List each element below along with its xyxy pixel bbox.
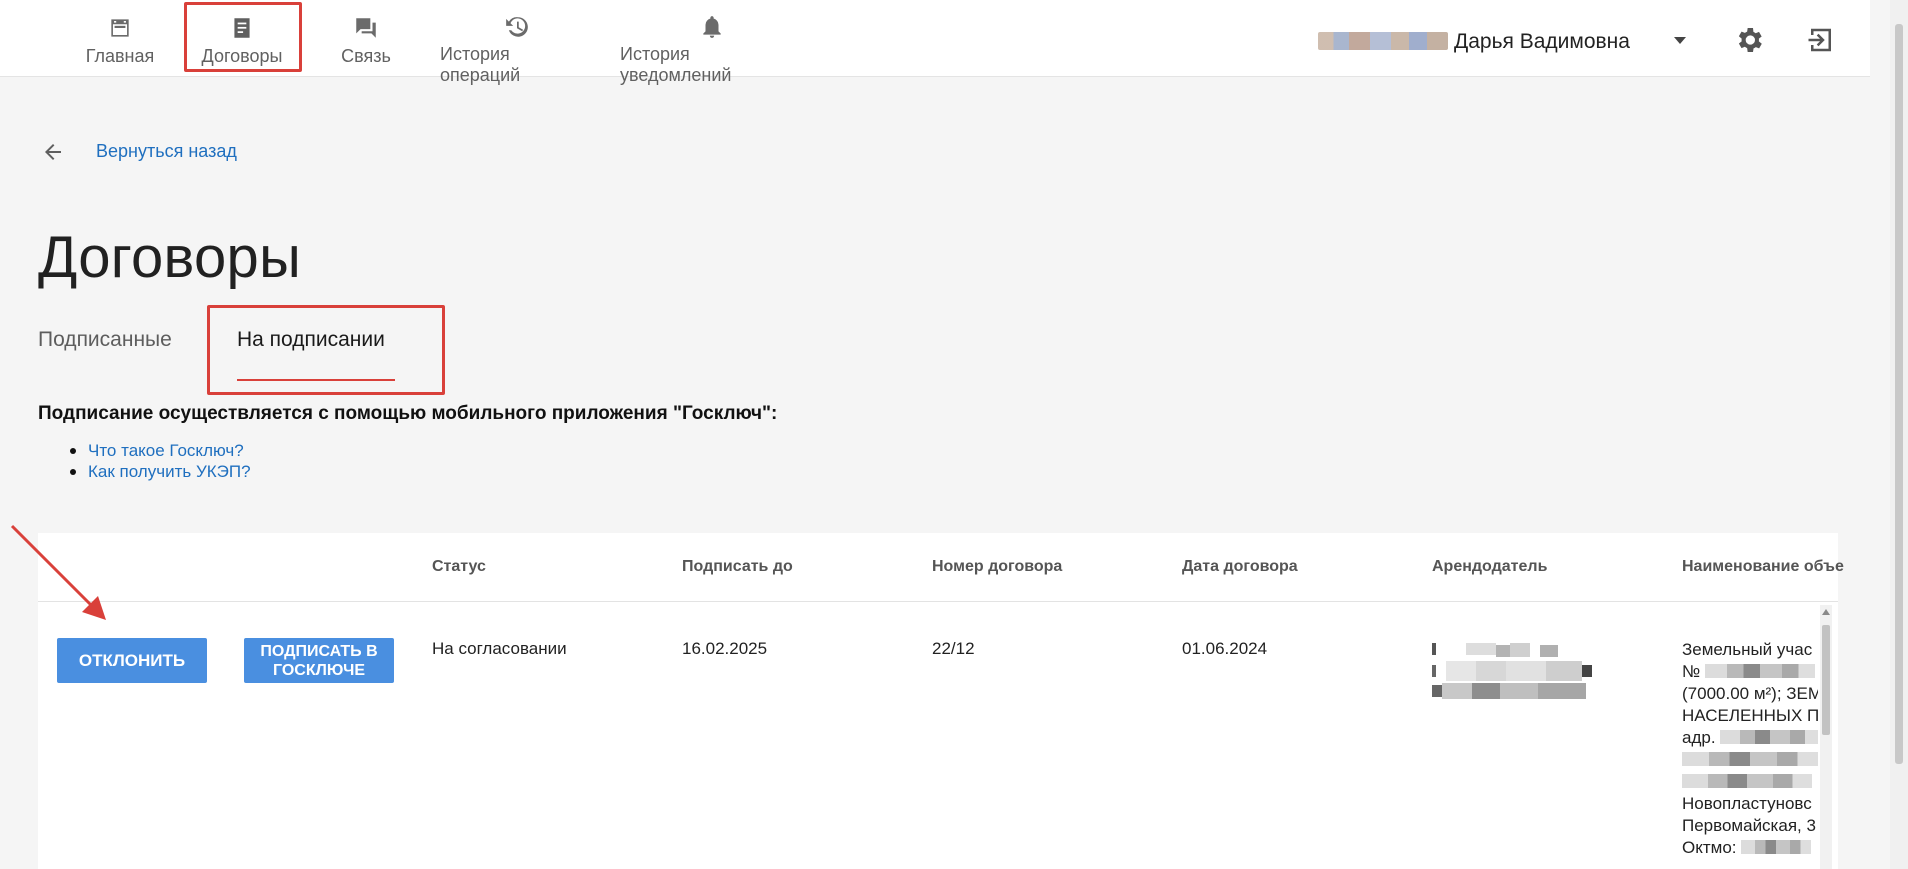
scroll-up-arrow-icon[interactable]	[1822, 609, 1830, 615]
page-scrollbar-thumb[interactable]	[1895, 24, 1903, 764]
chevron-down-icon[interactable]	[1670, 30, 1690, 50]
cell-sign-until: 16.02.2025	[682, 639, 768, 658]
back-link[interactable]: Вернуться назад	[96, 141, 237, 162]
table-scrollbar-thumb[interactable]	[1822, 625, 1830, 735]
nav-item-notifications-history[interactable]: История уведомлений	[620, 0, 804, 85]
cell-contract-date: 01.06.2024	[1182, 639, 1268, 658]
sign-in-goskey-button[interactable]: ПОДПИСАТЬ В ГОСКЛЮЧЕ	[244, 638, 394, 683]
tab-pending-signature[interactable]: На подписании	[237, 328, 385, 352]
chat-icon	[351, 14, 381, 42]
page-scrollbar[interactable]	[1890, 0, 1908, 869]
history-icon	[502, 14, 532, 40]
nav-label: История операций	[440, 44, 521, 85]
nav-label: Связь	[341, 46, 391, 66]
document-icon	[227, 14, 257, 42]
nav-label: Главная	[85, 46, 155, 66]
cell-contract-number: 22/12	[932, 639, 975, 658]
active-tab-indicator	[237, 379, 395, 381]
column-header-contract-date: Дата договора	[1182, 558, 1298, 575]
link-how-to-get-ukep[interactable]: Как получить УКЭП?	[70, 462, 251, 483]
cell-status: На согласовании	[432, 639, 567, 658]
gear-icon[interactable]	[1733, 24, 1765, 56]
nav-label: Договоры	[201, 46, 283, 66]
link-what-is-goskey[interactable]: Что такое Госключ?	[70, 441, 251, 462]
nav-item-home[interactable]: Главная	[82, 0, 158, 77]
user-menu-name[interactable]: Дарья Вадимовна	[1318, 30, 1630, 54]
signing-info-heading: Подписание осуществляется с помощью моби…	[38, 403, 778, 424]
table-header: Статус Подписать до Номер договора Дата …	[38, 533, 1844, 602]
column-header-sign-until: Подписать до	[682, 558, 793, 575]
nav-label: История уведомлений	[620, 44, 732, 85]
nav-item-contracts[interactable]: Договоры	[196, 0, 288, 77]
help-links-list: Что такое Госключ? Как получить УКЭП?	[70, 441, 251, 483]
logout-icon[interactable]	[1806, 25, 1836, 55]
page-title: Договоры	[38, 225, 302, 290]
bell-icon	[697, 14, 727, 40]
nav-item-operations-history[interactable]: История операций	[440, 0, 594, 85]
column-header-landlord: Арендодатель	[1432, 558, 1548, 575]
contracts-table: Статус Подписать до Номер договора Дата …	[38, 533, 1844, 869]
calendar-icon	[105, 14, 135, 42]
arrow-left-icon[interactable]	[40, 140, 66, 164]
nav-item-contact[interactable]: Связь	[334, 0, 398, 77]
table-scrollbar[interactable]	[1820, 605, 1832, 869]
top-navigation: Главная Договоры Связь История операций …	[0, 0, 1870, 85]
column-header-object-name: Наименование объе	[1682, 558, 1844, 575]
column-header-status: Статус	[432, 558, 486, 575]
cell-object-name: Земельный учас № (7000.00 м²); ЗЕМ НАСЕЛ…	[1682, 639, 1818, 859]
column-header-contract-number: Номер договора	[932, 558, 1063, 575]
reject-button[interactable]: ОТКЛОНИТЬ	[57, 638, 207, 683]
redacted-surname	[1318, 32, 1448, 50]
tab-signed[interactable]: Подписанные	[38, 328, 172, 352]
